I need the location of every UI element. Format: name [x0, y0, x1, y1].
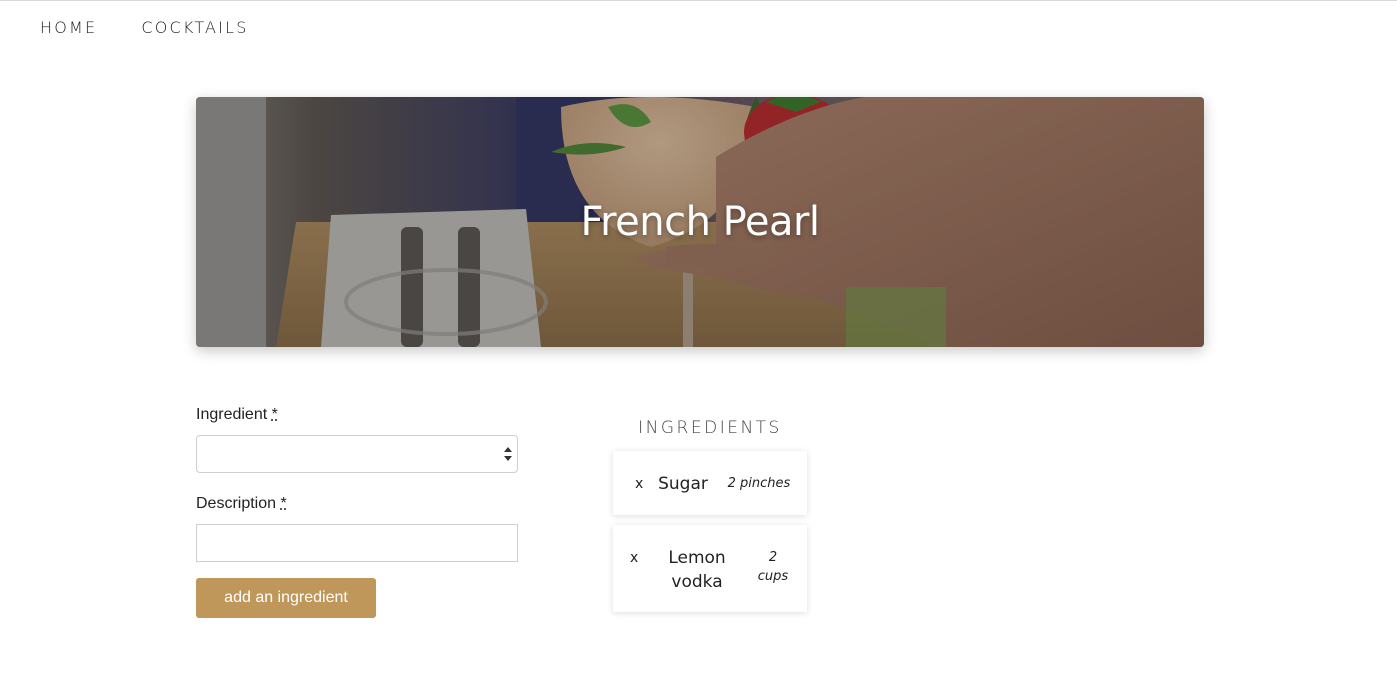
hero-banner: French Pearl — [196, 97, 1204, 347]
required-marker: * — [271, 406, 278, 423]
ingredient-card: x Sugar 2 pinches — [613, 451, 807, 515]
add-ingredient-form: Ingredient * Description * add an ingred… — [196, 404, 518, 618]
select-arrows-icon — [504, 447, 512, 461]
top-divider — [0, 0, 1397, 1]
description-input[interactable] — [196, 524, 518, 562]
cocktail-title: French Pearl — [580, 199, 820, 245]
ingredients-heading: INGREDIENTS — [638, 418, 782, 438]
description-label-text: Description — [196, 495, 277, 512]
ingredient-select[interactable] — [196, 435, 518, 473]
ingredient-quantity: 2 cups — [757, 550, 789, 584]
ingredient-card: x Lemon vodka 2 cups — [613, 525, 807, 612]
ingredient-quantity: 2 pinches — [727, 476, 791, 491]
nav-cocktails-link[interactable]: COCKTAILS — [141, 18, 248, 37]
ingredient-label-text: Ingredient — [196, 406, 268, 423]
ingredient-name: Sugar — [658, 474, 708, 494]
remove-ingredient-button[interactable]: x — [630, 550, 638, 566]
remove-ingredient-button[interactable]: x — [635, 476, 643, 492]
ingredient-name: Lemon vodka — [668, 548, 726, 592]
nav-home-link[interactable]: HOME — [40, 18, 97, 37]
required-marker: * — [280, 495, 287, 512]
ingredient-field-label: Ingredient * — [196, 404, 518, 426]
main-nav: HOME COCKTAILS — [40, 18, 249, 37]
add-ingredient-button[interactable]: add an ingredient — [196, 578, 376, 618]
description-field-label: Description * — [196, 493, 518, 515]
